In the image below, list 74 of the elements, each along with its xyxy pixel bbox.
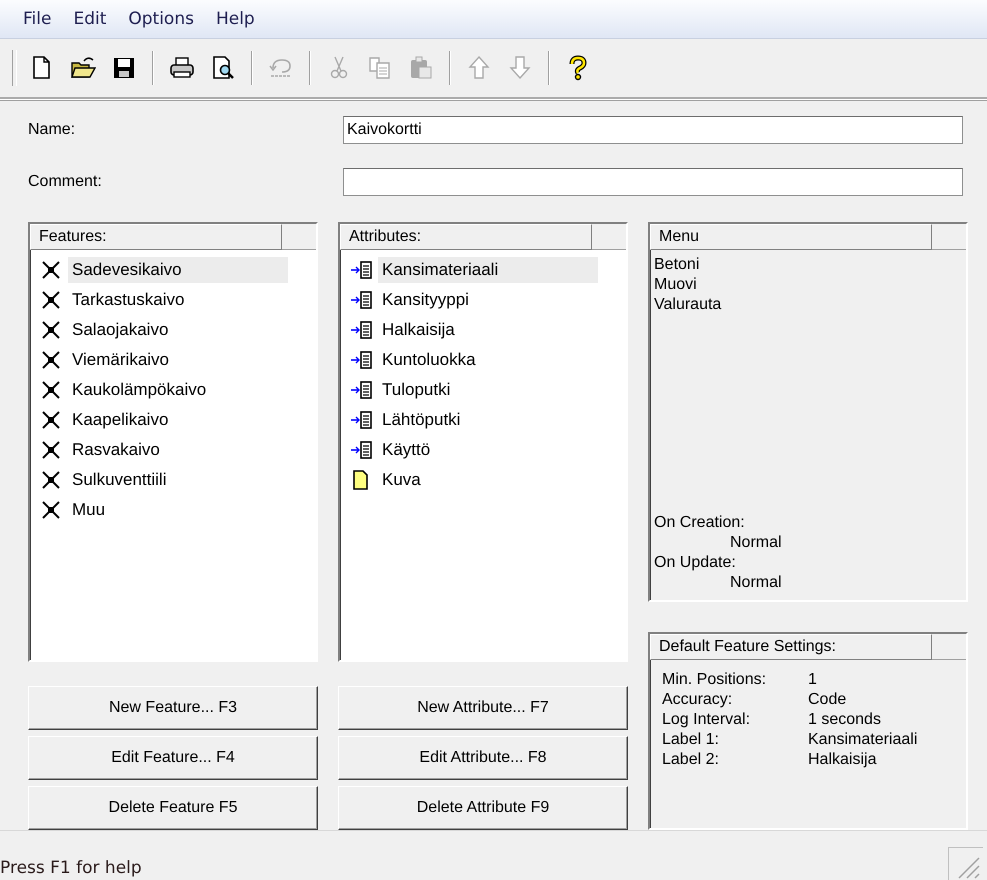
- cross-marker-icon: [40, 319, 62, 341]
- column-header[interactable]: Attributes:: [340, 224, 592, 250]
- action-button[interactable]: New Feature... F3: [28, 686, 318, 730]
- setting-value: Halkaisija: [808, 750, 878, 770]
- setting-label: Label 1:: [662, 730, 720, 750]
- list-item[interactable]: Kansimateriaali: [378, 257, 598, 283]
- list-item[interactable]: Kansityyppi: [378, 287, 598, 313]
- cross-marker-icon: [40, 259, 62, 281]
- setting-value: Normal: [729, 574, 783, 592]
- list-item[interactable]: Tarkastuskaivo: [68, 287, 288, 313]
- action-button[interactable]: New Attribute... F7: [338, 686, 628, 730]
- list-item[interactable]: Lähtöputki: [378, 407, 598, 433]
- clipboard-icon: [408, 55, 434, 81]
- list-arrow-icon: [350, 379, 372, 401]
- cross-marker-icon: [40, 439, 62, 461]
- list-arrow-icon: [350, 439, 372, 461]
- setting-value: Code: [808, 690, 848, 710]
- action-button[interactable]: Delete Attribute F9: [338, 786, 628, 830]
- setting-label: Accuracy:: [662, 690, 734, 710]
- status-text: Press F1 for help: [0, 858, 142, 880]
- field-label: Name:: [28, 121, 76, 139]
- list-arrow-icon: [350, 259, 372, 281]
- list-item[interactable]: Viemärikaivo: [68, 347, 288, 373]
- text-field[interactable]: Kaivokortti: [343, 116, 963, 144]
- column-header: Menu: [650, 224, 932, 250]
- setting-value: 1: [808, 670, 818, 690]
- text-field[interactable]: [343, 168, 963, 196]
- down-arrow-icon: [507, 55, 533, 81]
- list-arrow-icon: [350, 319, 372, 341]
- menu-option: Betoni: [654, 256, 966, 274]
- menu-item[interactable]: File: [14, 7, 60, 31]
- list-item[interactable]: Salaojakaivo: [68, 317, 288, 343]
- cross-marker-icon: [40, 409, 62, 431]
- cross-marker-icon: [40, 289, 62, 311]
- action-button[interactable]: Delete Feature F5: [28, 786, 318, 830]
- setting-label: On Update:: [654, 554, 737, 572]
- list-item[interactable]: Sulkuventtiili: [68, 467, 288, 493]
- menu-item[interactable]: Edit: [64, 7, 116, 31]
- list-item[interactable]: Sadevesikaivo: [68, 257, 288, 283]
- column-header: Default Feature Settings:: [650, 634, 932, 660]
- cross-marker-icon: [40, 469, 62, 491]
- menu-item[interactable]: Options: [119, 7, 203, 31]
- menu-option: Valurauta: [654, 296, 966, 314]
- field-label: Comment:: [28, 173, 103, 191]
- setting-value: Kansimateriaali: [808, 730, 918, 750]
- list-item[interactable]: Kuva: [378, 467, 598, 493]
- list-arrow-icon: [350, 289, 372, 311]
- menu-option: Muovi: [654, 276, 966, 294]
- list-item[interactable]: Halkaisija: [378, 317, 598, 343]
- setting-label: On Creation:: [654, 514, 746, 532]
- list-item[interactable]: Kaukolämpökaivo: [68, 377, 288, 403]
- list-item[interactable]: Muu: [68, 497, 288, 523]
- cross-marker-icon: [40, 349, 62, 371]
- list-item[interactable]: Rasvakaivo: [68, 437, 288, 463]
- magnifier-page-icon: [210, 55, 236, 81]
- resize-grip-icon: [948, 847, 983, 880]
- setting-value: 1 seconds: [808, 710, 882, 730]
- cross-marker-icon: [40, 499, 62, 521]
- setting-label: Label 2:: [662, 750, 720, 770]
- cross-marker-icon: [40, 379, 62, 401]
- list-arrow-icon: [350, 409, 372, 431]
- column-header[interactable]: Features:: [30, 224, 282, 250]
- list-arrow-icon: [350, 349, 372, 371]
- up-arrow-icon: [466, 55, 492, 81]
- action-button[interactable]: Edit Feature... F4: [28, 736, 318, 780]
- setting-label: Min. Positions:: [662, 670, 768, 690]
- setting-label: Log Interval:: [662, 710, 752, 730]
- list-item[interactable]: Kuntoluokka: [378, 347, 598, 373]
- list-item[interactable]: Kaapelikaivo: [68, 407, 288, 433]
- menu-item[interactable]: Help: [206, 7, 264, 31]
- list-item[interactable]: Tuloputki: [378, 377, 598, 403]
- list-item[interactable]: Käyttö: [378, 437, 598, 463]
- action-button[interactable]: Edit Attribute... F8: [338, 736, 628, 780]
- setting-value: Normal: [729, 534, 783, 552]
